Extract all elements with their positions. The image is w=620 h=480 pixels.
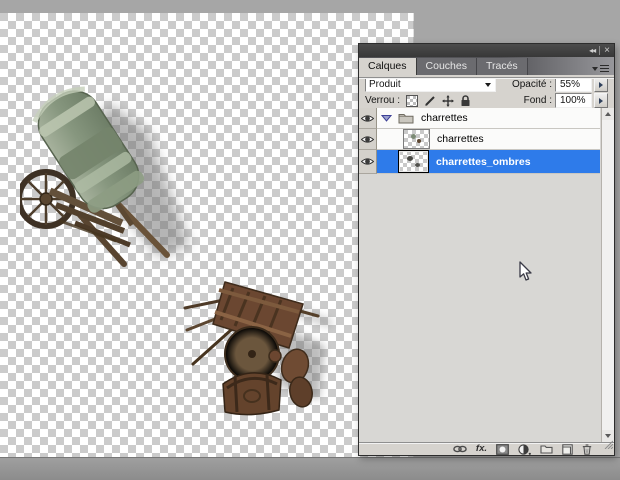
- visibility-toggle[interactable]: [359, 108, 377, 129]
- visibility-toggle[interactable]: [359, 150, 377, 174]
- link-layers-icon[interactable]: [453, 445, 467, 453]
- covered-wagon-image: [20, 86, 190, 267]
- mouse-cursor: [519, 261, 532, 281]
- layer-mask-icon[interactable]: [496, 443, 509, 455]
- tab-couches[interactable]: Couches: [416, 58, 477, 75]
- collapse-panel-icon[interactable]: ◂◂: [585, 46, 599, 55]
- layer-name: charrettes: [437, 133, 484, 145]
- scroll-up-button[interactable]: [602, 108, 614, 120]
- thumbnail-speck: [411, 134, 416, 139]
- panel-tab-strip: Calques Couches Tracés: [359, 57, 614, 75]
- layer-thumbnail[interactable]: [403, 129, 430, 149]
- opacity-field[interactable]: 55%: [555, 77, 592, 92]
- visibility-toggle[interactable]: [359, 129, 377, 150]
- layer-row-group[interactable]: charrettes: [359, 108, 600, 129]
- layer-style-icon[interactable]: fx.: [476, 444, 487, 454]
- fill-field[interactable]: 100%: [555, 93, 592, 108]
- eye-icon: [361, 158, 374, 165]
- document-canvas[interactable]: [0, 13, 414, 457]
- thumbnail-speck: [407, 156, 413, 161]
- chevron-right-icon: [599, 81, 603, 88]
- panel-title-bar[interactable]: ◂◂ ×: [359, 44, 614, 57]
- layer-thumbnail-selected[interactable]: [398, 150, 429, 173]
- tab-traces[interactable]: Tracés: [476, 58, 528, 75]
- lock-transparency-icon[interactable]: [406, 94, 419, 107]
- opacity-label: Opacité :: [511, 79, 552, 90]
- opacity-spinner-button[interactable]: [594, 77, 608, 92]
- eye-icon: [361, 114, 374, 122]
- thumbnail-speck: [417, 139, 421, 143]
- new-group-icon[interactable]: [540, 444, 553, 454]
- delete-layer-icon[interactable]: [582, 443, 592, 455]
- menu-triangle-icon: [592, 66, 598, 71]
- fill-spinner-button[interactable]: [594, 93, 608, 108]
- layer-name: charrettes: [421, 112, 468, 124]
- lock-position-icon[interactable]: [442, 94, 455, 107]
- lock-label: Verrou :: [365, 95, 401, 106]
- panel-bottom-bar: fx.: [359, 440, 614, 455]
- blend-mode-value: Produit: [369, 79, 401, 90]
- close-panel-icon[interactable]: ×: [600, 45, 614, 55]
- chevron-down-icon: [485, 82, 491, 87]
- layer-name: charrettes_ombres: [436, 155, 531, 168]
- panel-controls: Produit Opacité : 55% Verrou : Fond: 10…: [359, 75, 614, 108]
- thumbnail-speck: [415, 163, 420, 167]
- controls-separator: [359, 77, 614, 79]
- overturned-cart-image: [183, 281, 333, 416]
- tab-calques[interactable]: Calques: [359, 58, 417, 75]
- menu-lines-icon: [600, 65, 609, 72]
- layer-list-scrollbar[interactable]: [601, 108, 614, 442]
- photoshop-workspace: ◂◂ × Calques Couches Tracés Produit Opac…: [0, 0, 620, 480]
- chevron-right-icon: [599, 97, 603, 104]
- eye-icon: [361, 135, 374, 143]
- lock-paint-icon[interactable]: [424, 95, 436, 107]
- folder-icon: [398, 112, 414, 124]
- blend-mode-dropdown[interactable]: Produit: [365, 77, 496, 92]
- layers-panel: ◂◂ × Calques Couches Tracés Produit Opac…: [358, 43, 615, 456]
- panel-menu-icon[interactable]: [592, 65, 609, 72]
- lock-all-icon[interactable]: [460, 94, 471, 107]
- triangle-up-icon: [605, 112, 611, 116]
- workspace-bottom-strip: [0, 457, 620, 480]
- layer-row-charrettes[interactable]: charrettes: [359, 129, 600, 150]
- adjustment-layer-icon[interactable]: [518, 443, 531, 455]
- group-expand-triangle[interactable]: [381, 114, 392, 122]
- panel-resize-grip[interactable]: [603, 436, 614, 454]
- layer-row-charrettes-ombres[interactable]: charrettes_ombres: [359, 150, 600, 174]
- fill-label: Fond :: [523, 95, 552, 106]
- layer-list[interactable]: charrettes charrettes charrettes_ombres: [359, 108, 614, 442]
- new-layer-icon[interactable]: [562, 443, 573, 455]
